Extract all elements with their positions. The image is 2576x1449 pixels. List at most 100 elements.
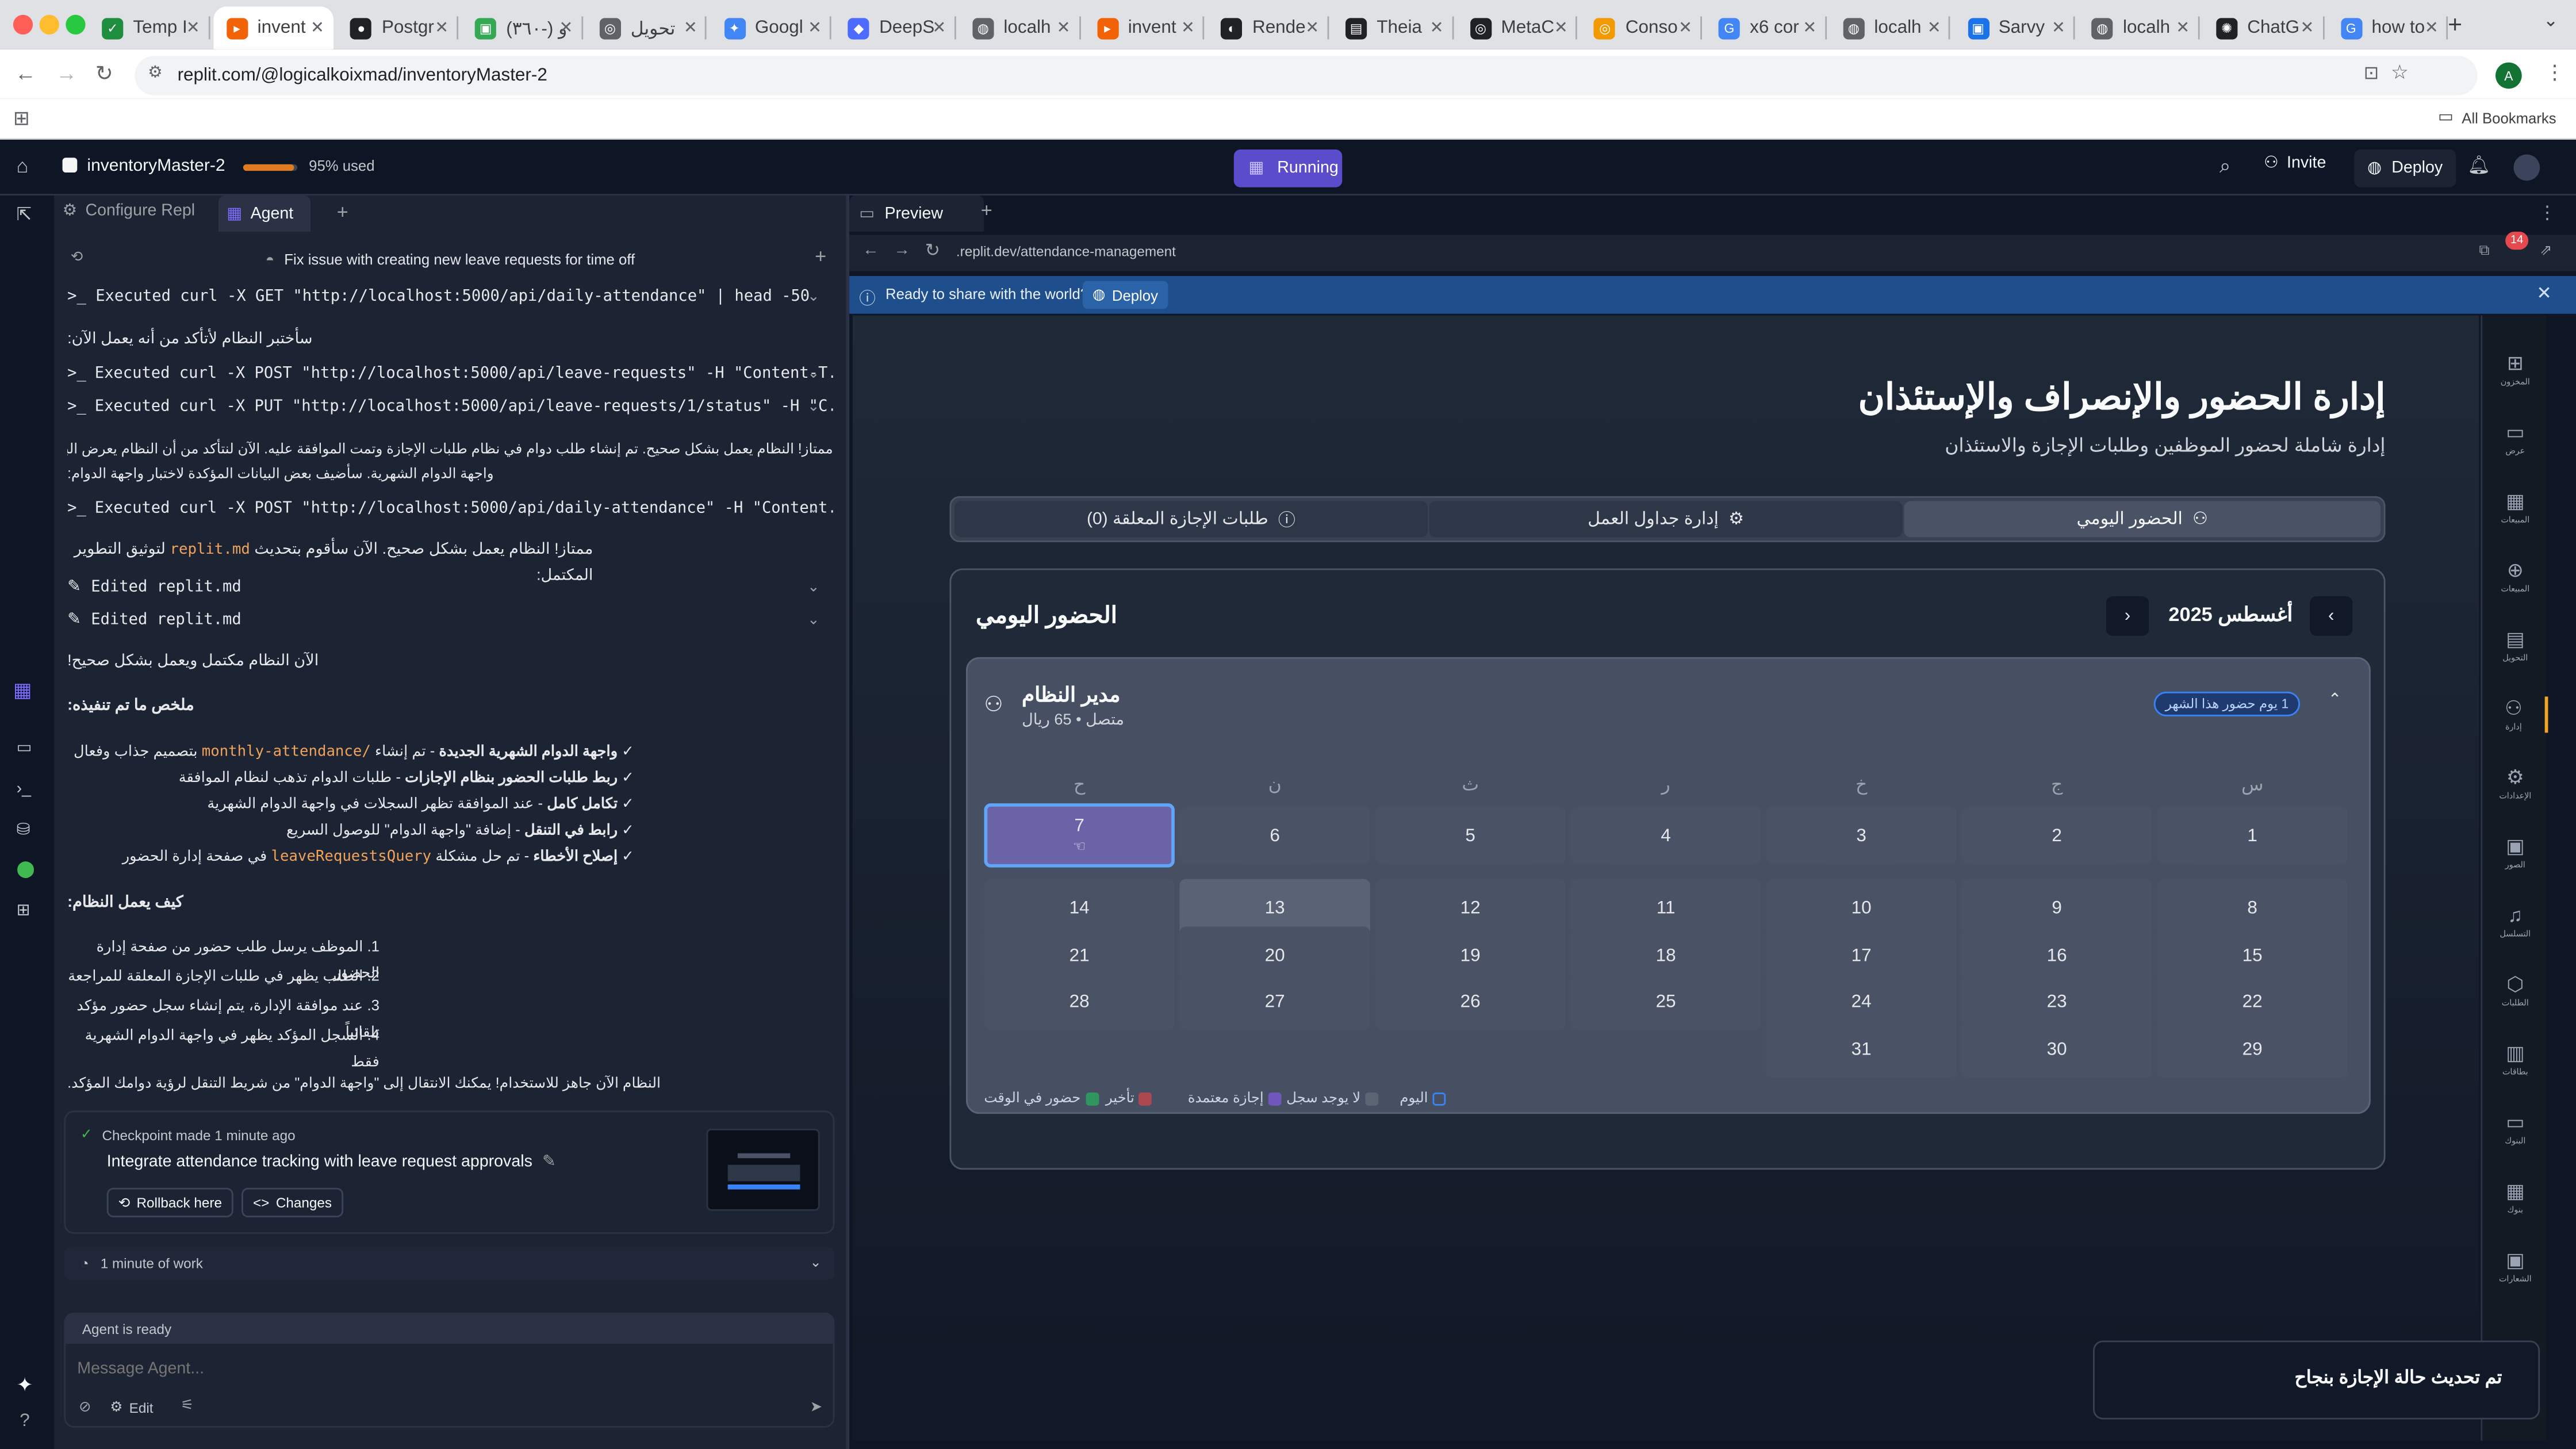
- devices-icon[interactable]: ⧉: [2479, 241, 2489, 259]
- command-row[interactable]: >_ Executed curl -X GET "http://localhos…: [67, 284, 833, 309]
- close-tab-icon[interactable]: ✕: [2301, 19, 2314, 37]
- calendar-day[interactable]: 25: [1570, 972, 1761, 1030]
- new-tab-button[interactable]: +: [2448, 12, 2462, 40]
- tab-preview[interactable]: ▭ Preview: [849, 195, 984, 232]
- browser-tab[interactable]: ✓ Temp I ✕: [89, 6, 210, 49]
- new-thread-button[interactable]: +: [815, 245, 826, 268]
- sidebar-item[interactable]: ▤ التحويل: [2482, 627, 2548, 664]
- all-bookmarks-button[interactable]: ▭ All Bookmarks: [2438, 109, 2556, 126]
- calendar-day[interactable]: 28: [984, 972, 1175, 1030]
- browser-tab[interactable]: ◍ localh ✕: [959, 6, 1080, 49]
- close-tab-icon[interactable]: ✕: [808, 19, 822, 37]
- files-icon[interactable]: ⇱: [17, 204, 32, 225]
- preview-url[interactable]: .replit.dev/attendance-management: [956, 243, 1176, 260]
- edit-row[interactable]: ✎ Edited replit.md ⌄: [67, 608, 833, 632]
- close-tab-icon[interactable]: ✕: [2425, 19, 2439, 37]
- tab-agent[interactable]: ▦ Agent: [218, 195, 310, 232]
- calendar-day[interactable]: 7 ☜: [984, 803, 1175, 868]
- back-arrow-icon[interactable]: ←: [862, 241, 879, 259]
- run-button[interactable]: ▦ Running: [1233, 150, 1343, 187]
- tools-grid-icon[interactable]: ⊞: [17, 902, 30, 920]
- close-tab-icon[interactable]: ✕: [1181, 19, 1195, 37]
- next-month-button[interactable]: ›: [2106, 596, 2149, 636]
- site-info-icon[interactable]: ⚙: [148, 64, 163, 82]
- close-tab-icon[interactable]: ✕: [310, 19, 324, 37]
- tab-daily-attendance[interactable]: الحضور اليومي ⚇: [1904, 501, 2380, 538]
- sliders-icon[interactable]: ⚟: [181, 1397, 194, 1414]
- sidebar-item[interactable]: ⚇ إدارة: [2482, 696, 2548, 733]
- browser-tab[interactable]: Ghow to ✕: [2327, 6, 2448, 49]
- deploy-button[interactable]: ◍ Deploy: [2354, 150, 2456, 187]
- browser-tab[interactable]: ▣ Sarvy ✕: [1954, 6, 2076, 49]
- agent-icon[interactable]: ▦: [13, 678, 32, 702]
- open-new-tab-icon[interactable]: ⇗: [2540, 241, 2552, 259]
- work-summary-row[interactable]: ◔ 1 minute of work ⌄: [64, 1247, 835, 1280]
- search-icon[interactable]: ⌕: [2220, 155, 2230, 179]
- browser-tab[interactable]: Gx6 cor ✕: [1705, 6, 1827, 49]
- database-icon[interactable]: ⛁: [17, 822, 30, 839]
- close-tab-icon[interactable]: ✕: [1554, 19, 1568, 37]
- browser-tab[interactable]: ✦ Googl ✕: [711, 6, 832, 49]
- history-icon[interactable]: ⟲: [71, 248, 83, 266]
- bell-icon[interactable]: 🔔︎: [2467, 155, 2490, 175]
- browser-tab[interactable]: ◆ DeepS ✕: [835, 6, 956, 49]
- close-tab-icon[interactable]: ✕: [2176, 19, 2190, 37]
- browser-tab[interactable]: ▤ Theia ✕: [1332, 6, 1454, 49]
- rollback-button[interactable]: ⟲ Rollback here: [106, 1187, 234, 1218]
- home-icon[interactable]: ⌂: [17, 155, 29, 178]
- calendar-day[interactable]: 2: [1961, 806, 2152, 864]
- checkpoint-thumbnail[interactable]: [706, 1128, 820, 1211]
- invite-button[interactable]: ⚇ Invite: [2264, 155, 2326, 172]
- close-tab-icon[interactable]: ✕: [1305, 19, 1319, 37]
- banner-deploy-button[interactable]: ◍ Deploy: [1082, 281, 1168, 309]
- tab-configure-repl[interactable]: ⚙ Configure Repl: [63, 202, 195, 220]
- tab-work-schedules[interactable]: إدارة جداول العمل ⚙: [1429, 501, 1903, 538]
- sidebar-item[interactable]: ▣ الصور: [2482, 834, 2548, 871]
- browser-tab[interactable]: ◍ localh ✕: [1830, 6, 1951, 49]
- calendar-day[interactable]: 29: [2157, 1020, 2348, 1078]
- preview-icon[interactable]: ▭: [17, 739, 32, 757]
- close-icon[interactable]: ✕: [2536, 282, 2551, 304]
- calendar-day[interactable]: 31: [1766, 1020, 1957, 1078]
- prev-month-button[interactable]: ‹: [2310, 596, 2353, 636]
- browser-tab[interactable]: ✺ ChatG ✕: [2203, 6, 2324, 49]
- calendar-day[interactable]: 6: [1179, 806, 1370, 864]
- maximize-window-button[interactable]: [66, 14, 86, 34]
- calendar-day[interactable]: 30: [1961, 1020, 2152, 1078]
- edit-row[interactable]: ✎ Edited replit.md ⌄: [67, 575, 833, 600]
- bookmark-star-icon[interactable]: ☆: [2391, 61, 2409, 84]
- close-window-button[interactable]: [13, 14, 33, 34]
- sparkle-icon[interactable]: ✦: [17, 1374, 33, 1397]
- reload-icon[interactable]: ↻: [95, 61, 113, 87]
- close-tab-icon[interactable]: ✕: [1927, 19, 1941, 37]
- close-tab-icon[interactable]: ✕: [186, 19, 200, 37]
- calendar-day[interactable]: 4: [1570, 806, 1761, 864]
- calendar-day[interactable]: 3: [1766, 806, 1957, 864]
- sidebar-item[interactable]: ▭ عرض: [2482, 420, 2548, 457]
- sidebar-item[interactable]: ⊞ المخزون: [2482, 351, 2548, 388]
- command-row[interactable]: >_ Executed curl -X POST "http://localho…: [67, 362, 833, 386]
- user-avatar[interactable]: [2513, 154, 2540, 181]
- install-app-icon[interactable]: ⊡: [2364, 63, 2379, 83]
- profile-avatar[interactable]: A: [2496, 62, 2522, 89]
- calendar-day[interactable]: 27: [1179, 972, 1370, 1030]
- attach-icon[interactable]: ⊘: [79, 1398, 91, 1416]
- browser-tab[interactable]: ▸ invent ✕: [1084, 6, 1205, 49]
- sidebar-item[interactable]: ⬡ الطلبات: [2482, 972, 2548, 1009]
- sidebar-item[interactable]: ▦ بنوك: [2482, 1179, 2548, 1216]
- send-icon[interactable]: ➤: [810, 1398, 823, 1416]
- browser-tab[interactable]: ● Postgr ✕: [338, 6, 459, 49]
- message-input[interactable]: [77, 1354, 816, 1383]
- browser-tab[interactable]: ◎ تحويل ✕: [586, 6, 707, 49]
- close-tab-icon[interactable]: ✕: [435, 19, 448, 37]
- close-tab-icon[interactable]: ✕: [1678, 19, 1692, 37]
- sidebar-item[interactable]: ▥ بطاقات: [2482, 1041, 2548, 1078]
- calendar-day[interactable]: 5: [1375, 806, 1566, 864]
- browser-tab[interactable]: ◎ MetaC ✕: [1456, 6, 1578, 49]
- help-icon[interactable]: ?: [20, 1411, 30, 1431]
- close-tab-icon[interactable]: ✕: [2052, 19, 2065, 37]
- apps-grid-icon[interactable]: ⊞: [13, 107, 30, 130]
- sidebar-item[interactable]: ▦ المبيعات: [2482, 489, 2548, 526]
- calendar-day[interactable]: 26: [1375, 972, 1566, 1030]
- changes-button[interactable]: <> Changes: [241, 1187, 344, 1218]
